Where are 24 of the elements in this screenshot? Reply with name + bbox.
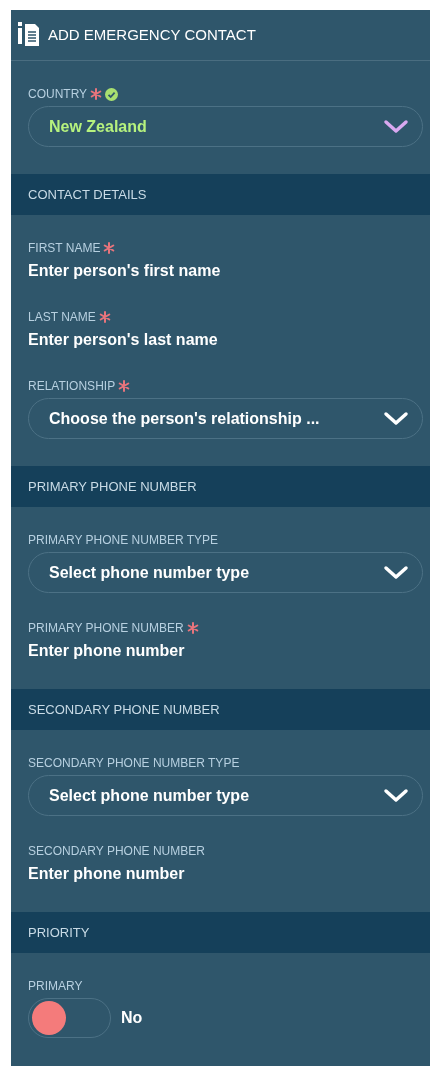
input-field[interactable]: Enter phone number xyxy=(28,640,423,662)
field-label: PRIMARY PHONE NUMBER TYPE xyxy=(28,532,219,549)
chevron-down-icon xyxy=(383,564,409,581)
chevron-down-icon xyxy=(383,118,409,135)
document-icon xyxy=(18,22,40,48)
field-label: PRIMARY PHONE NUMBER xyxy=(28,620,184,637)
input-field[interactable]: Enter phone number xyxy=(28,863,423,885)
toggle-state-label: No xyxy=(121,1008,143,1028)
input-field[interactable]: Enter person's first name xyxy=(28,260,423,282)
input-field[interactable]: Enter person's last name xyxy=(28,329,423,351)
chevron-down-icon xyxy=(383,787,409,804)
field-label: RELATIONSHIP xyxy=(28,378,116,395)
field-label: COUNTRY xyxy=(28,86,88,103)
section-heading: PRIORITY xyxy=(28,923,90,942)
section-heading: PRIMARY PHONE NUMBER xyxy=(28,477,197,496)
field-label: SECONDARY PHONE NUMBER TYPE xyxy=(28,755,240,772)
field-label: PRIMARY xyxy=(28,978,83,995)
section-heading: SECONDARY PHONE NUMBER xyxy=(28,700,220,719)
field-label: SECONDARY PHONE NUMBER xyxy=(28,843,205,860)
section-heading: CONTACT DETAILS xyxy=(28,185,147,204)
panel-title: ADD EMERGENCY CONTACT xyxy=(48,24,256,45)
chevron-down-icon xyxy=(383,410,409,427)
field-label: FIRST NAME xyxy=(28,240,101,257)
field-label: LAST NAME xyxy=(28,309,96,326)
